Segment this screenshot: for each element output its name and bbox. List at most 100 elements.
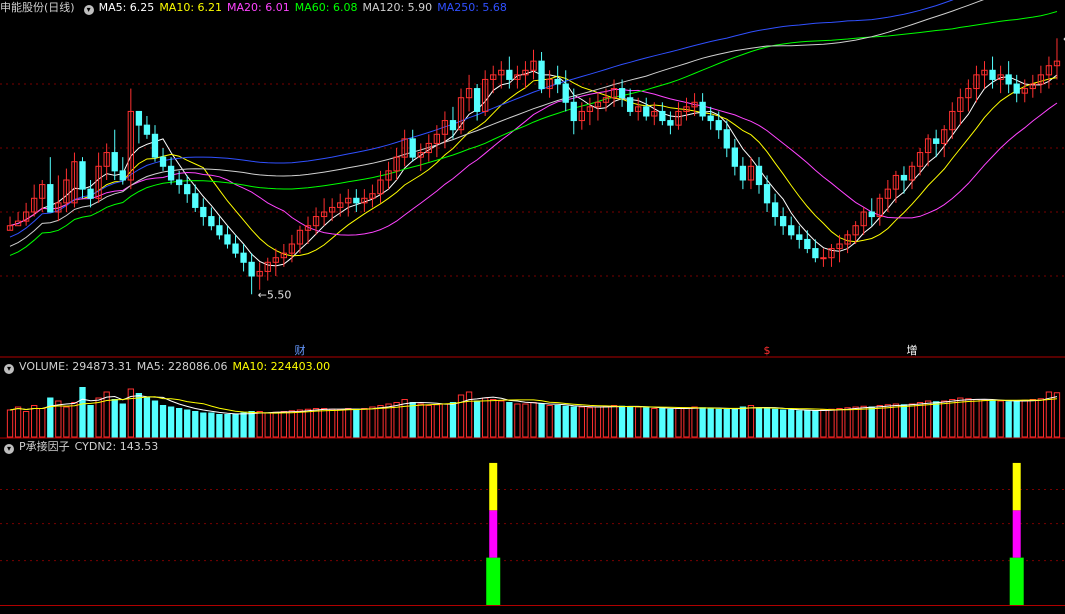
volume-bar-down [771,408,779,438]
candle-down [755,165,763,186]
volume-bar-up [949,399,956,438]
volume-bar-up [1037,398,1045,438]
chevron-down-icon[interactable]: ▾ [4,364,14,374]
volume-bar-up [288,410,296,438]
candle-down [208,216,215,227]
volume-bar-up [31,405,38,438]
candle-down [240,252,247,263]
volume-bar-up [71,402,78,438]
volume-bar-up [651,408,658,438]
volume-bar-up [280,411,288,438]
volume-bar-up [441,403,449,438]
candle-down [989,69,996,80]
candle-down [200,206,207,218]
volume-bar-down [626,406,634,438]
volume-bar-up [635,406,642,438]
candle-down [618,88,626,99]
volume-bar-down [200,412,207,438]
volume-bar-down [184,409,191,438]
candle-down [643,106,650,117]
vol-ma10-label: MA10: 224403.00 [232,360,331,373]
volume-bar-up [844,407,851,438]
volume-bar-up [530,402,537,438]
ma60-label: MA60: 6.08 [294,1,358,14]
volume-bar-down [175,408,183,438]
candle-down [771,202,779,218]
volume-bar-up [981,399,988,438]
volume-bar-down [989,400,996,438]
candle-up [820,257,827,260]
candle-down [353,197,360,204]
volume-bar-up [417,403,424,438]
volume-bar-down [570,406,577,438]
candle-down [779,216,787,227]
ma-line-ma120 [9,0,985,247]
volume-bar-down [240,412,247,438]
ma-line-ma5 [9,70,1058,267]
ma-line-ma60 [9,11,1058,256]
candle-down [868,211,875,218]
volume-bar-down [933,401,940,438]
candle-down [135,110,143,126]
volume-bar-up [264,412,271,438]
volume-bar-up [401,399,408,438]
volume-panel: ▾ VOLUME: 294873.31 MA5: 228086.06 MA10: 22… [0,359,1065,439]
volume-bar-up [272,411,279,438]
signal-bar-green [486,557,501,605]
volume-bar-up [820,409,827,438]
candle-down [473,88,481,112]
signal-bar-yellow [1012,462,1021,511]
candle-down [119,170,126,181]
volume-bar-down [111,399,118,438]
candle-down [667,120,674,126]
event-marker: 增 [907,343,918,357]
price-header: 申能股份(日线) ▾ MA5: 6.25 MA10: 6.21 MA20: 6.01 MA… [0,0,512,18]
candle-down [933,138,940,144]
candle-down [143,124,151,135]
volume-bar-down [699,407,706,438]
candle-down [900,174,908,181]
volume-bar-up [610,405,618,438]
candle-down [804,238,811,250]
volume-bar-down [731,408,738,438]
volume-bar-down [554,405,561,438]
volume-bar-up [860,405,867,438]
signal-bar-magenta [1012,510,1021,558]
volume-bar-down [47,397,54,438]
volume-bar-down [449,402,457,438]
volume-bar-down [473,400,481,438]
volume-bar-down [618,405,626,438]
chevron-down-icon[interactable]: ▾ [4,444,14,454]
candle-down [538,60,545,90]
candle-down [79,161,86,190]
volume-bar-down [135,393,143,438]
volume-bar-down [796,410,803,438]
volume-bar-up [14,406,22,438]
chevron-down-icon[interactable]: ▾ [83,5,94,15]
vol-ma5-label: MA5: 228086.06 [136,360,228,373]
volume-bar-up [965,398,972,438]
volume-bar-down [167,406,175,438]
candle-down [449,120,457,131]
volume-bar-up [828,408,835,438]
volume-bar-up [465,391,473,438]
candle-down [111,152,118,172]
volume-bar-down [723,408,730,438]
candle-down [409,138,416,158]
volume-bar-up [6,409,14,438]
volume-bar-up [852,406,859,438]
ma5-label: MA5: 6.25 [98,1,155,14]
ma-line-ma10 [9,75,1058,257]
volume-bar-up [337,409,344,438]
volume-bar-up [683,407,690,438]
volume-bar-down [232,414,239,438]
volume-bar-down [812,410,819,438]
volume-bar-down [715,408,722,438]
volume-bar-down [538,403,545,438]
ma-line-ma20 [9,89,1058,236]
volume-bar-up [941,400,948,438]
candle-down [626,97,634,112]
volume-bar-up [691,406,698,438]
volume-bar-up [924,400,932,438]
volume-bar-up [876,405,883,438]
